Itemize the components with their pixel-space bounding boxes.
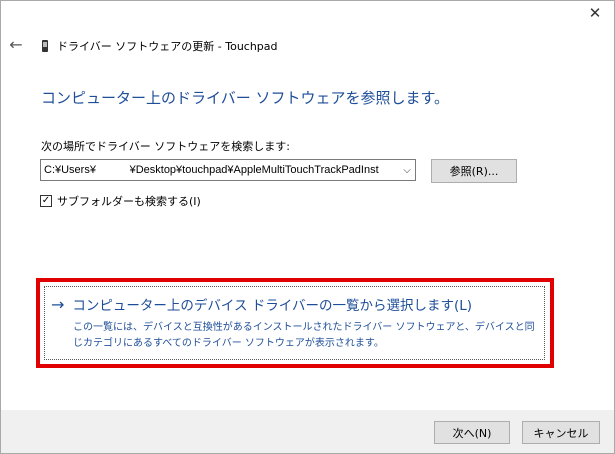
include-subfolders-checkbox[interactable]: ✓ — [40, 195, 52, 207]
window-title: ドライバー ソフトウェアの更新 - Touchpad — [41, 38, 278, 54]
next-button[interactable]: 次へ(N) — [434, 421, 510, 444]
search-path-combobox[interactable]: C:¥Users¥ ¥Desktop¥touchpad¥AppleMultiTo… — [40, 159, 416, 181]
chevron-down-icon[interactable]: ⌵ — [399, 165, 415, 176]
back-button[interactable]: ← — [7, 34, 25, 54]
pick-from-list-title[interactable]: → コンピューター上のデバイス ドライバーの一覧から選択します(L) — [51, 294, 472, 315]
pick-from-list-option[interactable]: → コンピューター上のデバイス ドライバーの一覧から選択します(L) この一覧に… — [44, 286, 545, 360]
dialog-footer: 次へ(N) キャンセル — [1, 410, 614, 453]
search-location-label: 次の場所でドライバー ソフトウェアを検索します: — [41, 140, 290, 153]
include-subfolders-row[interactable]: ✓ サブフォルダーも検索する(I) — [40, 193, 201, 209]
driver-update-window: ✕ ← ドライバー ソフトウェアの更新 - Touchpad コンピューター上の… — [0, 0, 615, 454]
back-arrow-icon: ← — [9, 34, 23, 54]
include-subfolders-label[interactable]: サブフォルダーも検索する(I) — [57, 193, 201, 209]
browse-button[interactable]: 参照(R)... — [431, 159, 517, 183]
search-path-value[interactable]: C:¥Users¥ ¥Desktop¥touchpad¥AppleMultiTo… — [41, 164, 399, 176]
window-title-text: ドライバー ソフトウェアの更新 - Touchpad — [57, 40, 278, 53]
pick-from-list-description: この一覧には、デバイスと互換性があるインストールされたドライバー ソフトウェアと… — [73, 322, 535, 349]
page-heading: コンピューター上のドライバー ソフトウェアを参照します。 — [41, 89, 449, 107]
touchpad-device-icon — [41, 40, 49, 52]
checkmark-icon: ✓ — [41, 195, 51, 206]
cancel-button[interactable]: キャンセル — [522, 421, 600, 444]
close-icon: ✕ — [588, 4, 602, 22]
arrow-right-icon: → — [51, 294, 65, 314]
pick-from-list-title-text[interactable]: コンピューター上のデバイス ドライバーの一覧から選択します(L) — [72, 294, 472, 314]
close-button[interactable]: ✕ — [580, 1, 610, 25]
